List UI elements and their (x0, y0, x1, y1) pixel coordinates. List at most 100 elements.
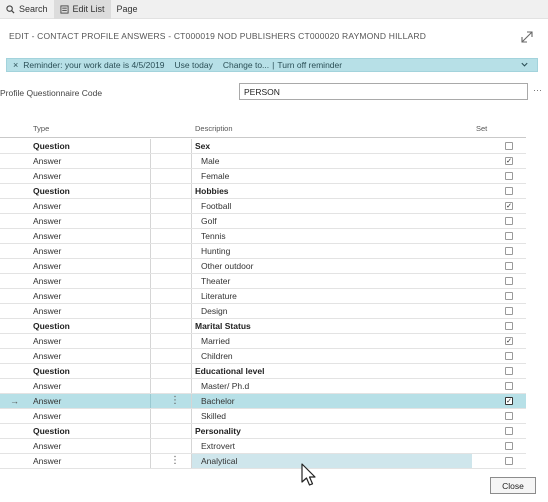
description-cell[interactable] (192, 184, 472, 198)
answers-grid: Question Sex Answer Male ✓ Answer Female Questi… (0, 139, 526, 469)
type-value: Answer (33, 216, 62, 226)
set-checkbox[interactable] (505, 187, 513, 195)
description-value: Sex (195, 141, 211, 151)
set-checkbox[interactable] (505, 277, 513, 285)
row-actions-cell (151, 409, 192, 423)
row-actions-cell (151, 199, 192, 213)
description-cell[interactable] (192, 244, 472, 258)
description-cell[interactable] (192, 214, 472, 228)
set-checkbox[interactable] (505, 412, 513, 420)
row-menu-icon[interactable]: ⋮ (170, 395, 180, 406)
mouse-cursor-icon (301, 463, 316, 486)
description-cell[interactable] (192, 199, 472, 213)
edit-list-button[interactable]: Edit List (53, 0, 111, 19)
set-checkbox[interactable]: ✓ (505, 157, 513, 165)
table-row[interactable]: ⋮ Answer Analytical (0, 454, 526, 469)
set-checkbox[interactable] (505, 262, 513, 270)
description-cell[interactable] (192, 349, 472, 363)
description-value: Tennis (201, 231, 226, 241)
profile-questionnaire-input[interactable] (239, 83, 528, 100)
set-column-header[interactable]: Set (476, 124, 487, 133)
description-value: Master/ Ph.d (201, 381, 250, 391)
description-value: Design (201, 306, 228, 316)
set-checkbox[interactable] (505, 232, 513, 240)
description-value: Marital Status (195, 321, 251, 331)
header-divider (0, 137, 526, 138)
search-icon (6, 4, 15, 14)
table-row[interactable]: Question Hobbies (0, 184, 526, 199)
table-row[interactable]: Answer Design (0, 304, 526, 319)
table-row[interactable]: Answer Male ✓ (0, 154, 526, 169)
close-reminder-icon[interactable]: × (13, 60, 18, 70)
description-cell[interactable] (192, 169, 472, 183)
description-cell[interactable] (192, 274, 472, 288)
turn-off-reminder-link[interactable]: Turn off reminder (277, 60, 342, 70)
type-value: Answer (33, 276, 62, 286)
page-menu-button[interactable]: Page (111, 0, 144, 19)
table-row[interactable]: Answer Married ✓ (0, 334, 526, 349)
table-row[interactable]: Answer Football ✓ (0, 199, 526, 214)
set-checkbox[interactable] (505, 427, 513, 435)
table-row[interactable]: Answer Female (0, 169, 526, 184)
set-checkbox[interactable] (505, 457, 513, 465)
table-row[interactable]: Answer Skilled (0, 409, 526, 424)
set-checkbox[interactable]: ✓ (505, 337, 513, 345)
use-today-link[interactable]: Use today (175, 60, 213, 70)
table-row[interactable]: Answer Literature (0, 289, 526, 304)
type-column-header[interactable]: Type (33, 124, 49, 133)
set-checkbox[interactable] (505, 247, 513, 255)
table-row[interactable]: Answer Extrovert (0, 439, 526, 454)
set-checkbox[interactable] (505, 217, 513, 225)
set-checkbox[interactable] (505, 442, 513, 450)
description-cell[interactable] (192, 154, 472, 168)
description-cell[interactable] (192, 304, 472, 318)
row-actions-cell (151, 424, 192, 438)
table-row[interactable]: → ⋮ Answer Bachelor ✓ (0, 394, 526, 409)
table-row[interactable]: Question Sex (0, 139, 526, 154)
description-cell[interactable] (192, 334, 472, 348)
set-checkbox[interactable] (505, 322, 513, 330)
type-value: Answer (33, 411, 62, 421)
chevron-down-icon[interactable] (520, 60, 529, 69)
search-label: Search (19, 4, 48, 14)
page-menu-label: Page (116, 4, 138, 14)
table-row[interactable]: Question Marital Status (0, 319, 526, 334)
lookup-button[interactable]: ··· (533, 85, 542, 95)
description-cell[interactable] (192, 409, 472, 423)
set-checkbox[interactable] (505, 367, 513, 375)
type-value: Question (33, 141, 70, 151)
row-actions-cell (151, 379, 192, 393)
set-checkbox[interactable] (505, 352, 513, 360)
table-row[interactable]: Answer Golf (0, 214, 526, 229)
table-row[interactable]: Answer Hunting (0, 244, 526, 259)
description-value: Hobbies (195, 186, 229, 196)
edit-list-label: Edit List (72, 4, 105, 14)
table-row[interactable]: Answer Master/ Ph.d (0, 379, 526, 394)
set-checkbox[interactable] (505, 382, 513, 390)
set-checkbox[interactable] (505, 142, 513, 150)
description-cell[interactable] (192, 139, 472, 153)
type-value: Answer (33, 231, 62, 241)
table-row[interactable]: Answer Theater (0, 274, 526, 289)
table-row[interactable]: Question Educational level (0, 364, 526, 379)
close-button[interactable]: Close (490, 477, 536, 494)
table-row[interactable]: Answer Tennis (0, 229, 526, 244)
set-checkbox[interactable] (505, 172, 513, 180)
table-row[interactable]: Question Personality (0, 424, 526, 439)
set-checkbox[interactable] (505, 292, 513, 300)
change-to-link[interactable]: Change to... (223, 60, 269, 70)
description-column-header[interactable]: Description (195, 124, 233, 133)
description-value: Personality (195, 426, 241, 436)
search-button[interactable]: Search (0, 0, 54, 19)
set-checkbox[interactable] (505, 307, 513, 315)
description-cell[interactable] (192, 229, 472, 243)
row-actions-cell (151, 184, 192, 198)
table-row[interactable]: Answer Other outdoor (0, 259, 526, 274)
row-menu-icon[interactable]: ⋮ (170, 455, 180, 466)
description-value: Theater (201, 276, 231, 286)
expand-icon[interactable] (520, 30, 534, 44)
set-checkbox[interactable]: ✓ (505, 202, 513, 210)
description-value: Analytical (201, 456, 238, 466)
table-row[interactable]: Answer Children (0, 349, 526, 364)
set-checkbox[interactable]: ✓ (505, 397, 513, 405)
